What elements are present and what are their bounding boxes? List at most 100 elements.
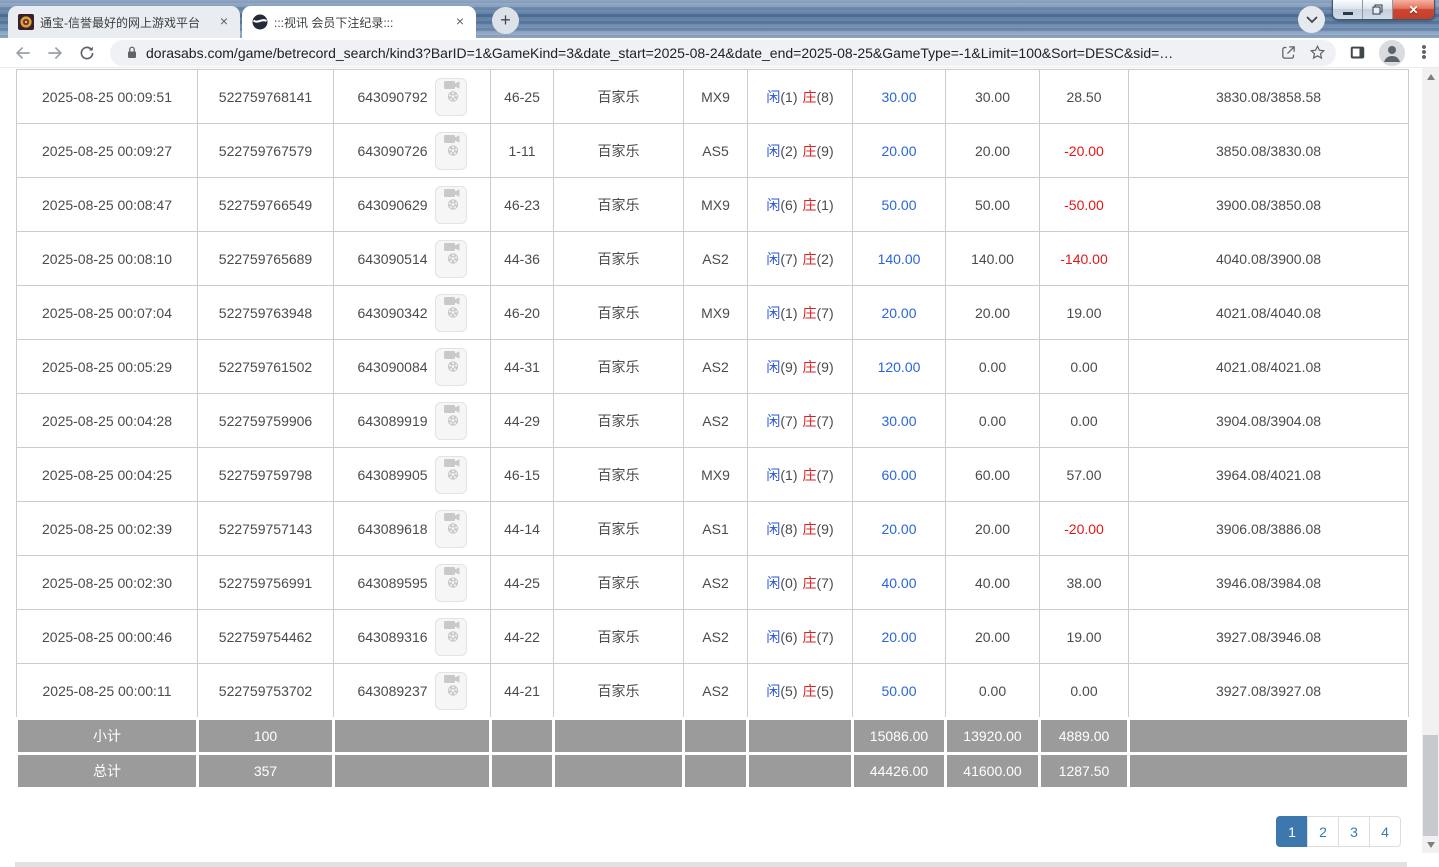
subtotal-label: 小计	[17, 719, 198, 754]
tab-betrecord[interactable]: :::视讯 会员下注纪录::: ×	[242, 6, 476, 38]
bet-id: 522759753702	[198, 664, 334, 719]
table-code: AS2	[684, 664, 748, 719]
balance-before-after: 4040.08/3900.08	[1129, 232, 1409, 286]
game-name: 百家乐	[554, 340, 684, 394]
window-controls: ✕	[1332, 0, 1435, 20]
video-replay-icon[interactable]	[435, 132, 467, 170]
bet-row: 2025-08-25 00:08:47 522759766549 6430906…	[17, 178, 1409, 232]
video-replay-icon[interactable]	[435, 240, 467, 278]
side-panel-icon[interactable]	[1348, 43, 1367, 62]
bet-row: 2025-08-25 00:07:04 522759763948 6430903…	[17, 286, 1409, 340]
video-replay-icon[interactable]	[435, 186, 467, 224]
new-tab-button[interactable]: +	[492, 7, 519, 34]
game-id-cell: 643090514	[334, 232, 491, 286]
win-loss: -20.00	[1040, 502, 1129, 556]
tab-close-icon[interactable]: ×	[452, 14, 468, 30]
player-result-count: (9)	[780, 359, 797, 375]
game-id: 643090084	[357, 359, 427, 375]
win-loss: 0.00	[1040, 664, 1129, 719]
game-id: 643090792	[357, 89, 427, 105]
bet-id: 522759757143	[198, 502, 334, 556]
back-icon[interactable]	[10, 40, 36, 66]
vertical-scrollbar[interactable]	[1422, 68, 1439, 853]
url-bar[interactable]: dorasabs.com/game/betrecord_search/kind3…	[110, 40, 1336, 66]
scroll-down-arrow-icon[interactable]	[1422, 836, 1439, 853]
tab-tongbao[interactable]: 通宝-信誉最好的网上游戏平台 ×	[8, 6, 240, 38]
bookmark-star-icon[interactable]	[1309, 44, 1326, 61]
win-loss: -140.00	[1040, 232, 1129, 286]
video-replay-icon[interactable]	[435, 618, 467, 656]
scroll-up-arrow-icon[interactable]	[1422, 68, 1439, 85]
game-name: 百家乐	[554, 178, 684, 232]
win-loss: 19.00	[1040, 610, 1129, 664]
bet-row: 2025-08-25 00:04:25 522759759798 6430899…	[17, 448, 1409, 502]
round-score: 44-25	[491, 556, 554, 610]
banker-result-label: 庄	[803, 521, 817, 537]
reload-icon[interactable]	[74, 40, 100, 66]
page-button[interactable]: 3	[1338, 816, 1370, 847]
banker-result-label: 庄	[803, 575, 817, 591]
video-replay-icon[interactable]	[435, 564, 467, 602]
globe-favicon-icon	[252, 14, 268, 30]
total-valid: 41600.00	[946, 754, 1040, 789]
banker-result-count: (5)	[817, 683, 834, 699]
page-button[interactable]: 2	[1307, 816, 1339, 847]
result-cell: 闲(1)庄(8)	[748, 70, 853, 124]
video-replay-icon[interactable]	[435, 78, 467, 116]
video-replay-icon[interactable]	[435, 348, 467, 386]
balance-before-after: 3830.08/3858.58	[1129, 70, 1409, 124]
player-result-label: 闲	[766, 89, 780, 105]
game-id-cell: 643089905	[334, 448, 491, 502]
bet-row: 2025-08-25 00:08:10 522759765689 6430905…	[17, 232, 1409, 286]
profile-avatar[interactable]	[1379, 40, 1405, 66]
game-name: 百家乐	[554, 502, 684, 556]
video-replay-icon[interactable]	[435, 456, 467, 494]
page-content: 2025-08-25 00:09:51 522759768141 6430907…	[0, 68, 1439, 853]
valid-amount: 0.00	[946, 394, 1040, 448]
subtotal-row: 小计 100 15086.00 13920.00 4889.00	[17, 719, 1409, 754]
video-replay-icon[interactable]	[435, 510, 467, 548]
video-replay-icon[interactable]	[435, 294, 467, 332]
pagination: 1234	[1276, 816, 1401, 847]
padlock-icon[interactable]	[126, 45, 138, 60]
forward-icon[interactable]	[42, 40, 68, 66]
share-icon[interactable]	[1280, 44, 1297, 61]
video-replay-icon[interactable]	[435, 402, 467, 440]
kebab-menu-icon[interactable]: •••	[1415, 45, 1433, 60]
total-bet: 44426.00	[853, 754, 946, 789]
bet-id: 522759754462	[198, 610, 334, 664]
table-code: MX9	[684, 70, 748, 124]
round-score: 44-22	[491, 610, 554, 664]
result-cell: 闲(1)庄(7)	[748, 448, 853, 502]
result-cell: 闲(6)庄(7)	[748, 610, 853, 664]
balance-before-after: 4021.08/4021.08	[1129, 340, 1409, 394]
url-text[interactable]: dorasabs.com/game/betrecord_search/kind3…	[146, 45, 1268, 61]
bet-time: 2025-08-25 00:08:47	[17, 178, 198, 232]
minimize-button[interactable]	[1333, 0, 1363, 19]
game-id: 643089919	[357, 413, 427, 429]
valid-amount: 40.00	[946, 556, 1040, 610]
tab-search-chevron-icon[interactable]	[1298, 6, 1325, 33]
page-button[interactable]: 4	[1369, 816, 1401, 847]
subtotal-winloss: 4889.00	[1040, 719, 1129, 754]
restore-button[interactable]	[1363, 0, 1393, 19]
summary-rows: 小计 100 15086.00 13920.00 4889.00 总计 357 …	[17, 719, 1409, 789]
player-result-count: (7)	[780, 251, 797, 267]
game-name: 百家乐	[554, 394, 684, 448]
page-button[interactable]: 1	[1276, 816, 1308, 847]
banker-result-label: 庄	[803, 305, 817, 321]
close-button[interactable]: ✕	[1393, 0, 1434, 19]
video-replay-icon[interactable]	[435, 672, 467, 710]
win-loss: 38.00	[1040, 556, 1129, 610]
table-code: AS2	[684, 394, 748, 448]
result-cell: 闲(2)庄(9)	[748, 124, 853, 178]
bet-row: 2025-08-25 00:00:46 522759754462 6430893…	[17, 610, 1409, 664]
banker-result-count: (7)	[817, 467, 834, 483]
game-id: 643089237	[357, 683, 427, 699]
bet-amount: 20.00	[853, 610, 946, 664]
balance-before-after: 3927.08/3946.08	[1129, 610, 1409, 664]
valid-amount: 50.00	[946, 178, 1040, 232]
player-result-label: 闲	[766, 197, 780, 213]
scrollbar-thumb[interactable]	[1423, 735, 1438, 836]
tab-close-icon[interactable]: ×	[216, 14, 232, 30]
